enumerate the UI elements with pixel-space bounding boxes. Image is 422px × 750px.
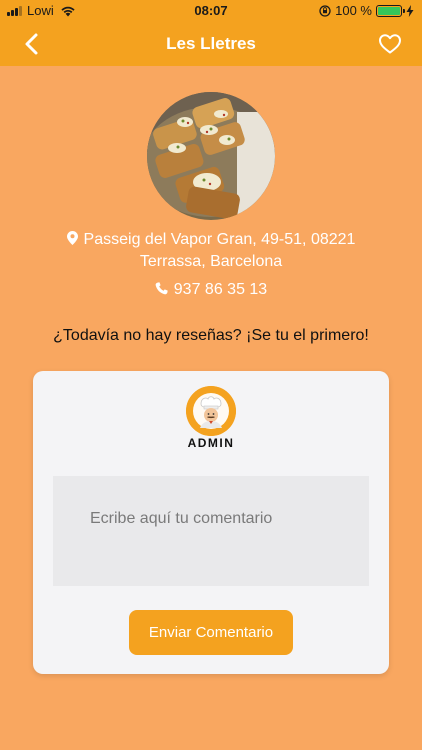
status-bar: Lowi 08:07 100 % [0,0,422,22]
address-line-1: Passeig del Vapor Gran, 49-51, 08221 [83,231,356,248]
restaurant-photo [147,92,275,220]
phone-icon [155,282,168,295]
phone-number: 937 86 35 13 [173,281,268,298]
navigation-bar: Les Lletres [0,22,422,66]
status-right: 100 % [319,3,414,18]
restaurant-detail-screen: Lowi 08:07 100 % Les Lletres Passeig del… [0,0,422,750]
battery-icon [376,4,405,17]
address-line-2: Terrassa, Barcelona [139,253,283,270]
send-comment-button[interactable]: Enviar Comentario [129,610,293,655]
address-line-1-row: Passeig del Vapor Gran, 49-51, 08221 [40,229,382,251]
chef-avatar-icon [186,386,236,436]
location-pin-icon [66,231,78,245]
comment-input[interactable] [53,476,369,586]
restaurant-address[interactable]: Passeig del Vapor Gran, 49-51, 08221 Ter… [40,229,382,273]
battery-percent: 100 % [335,3,372,18]
rotation-lock-icon [319,4,331,17]
restaurant-phone[interactable]: 937 86 35 13 [0,281,422,299]
comment-card: ADMIN Enviar Comentario [33,371,389,674]
empty-reviews-message: ¿Todavía no hay reseñas? ¡Se tu el prime… [53,327,369,344]
charging-bolt-icon [406,4,414,17]
page-title: Les Lletres [166,34,256,53]
heart-outline-icon[interactable] [378,32,402,56]
commenter-username: ADMIN [187,436,235,450]
food-photo-image [147,92,275,220]
